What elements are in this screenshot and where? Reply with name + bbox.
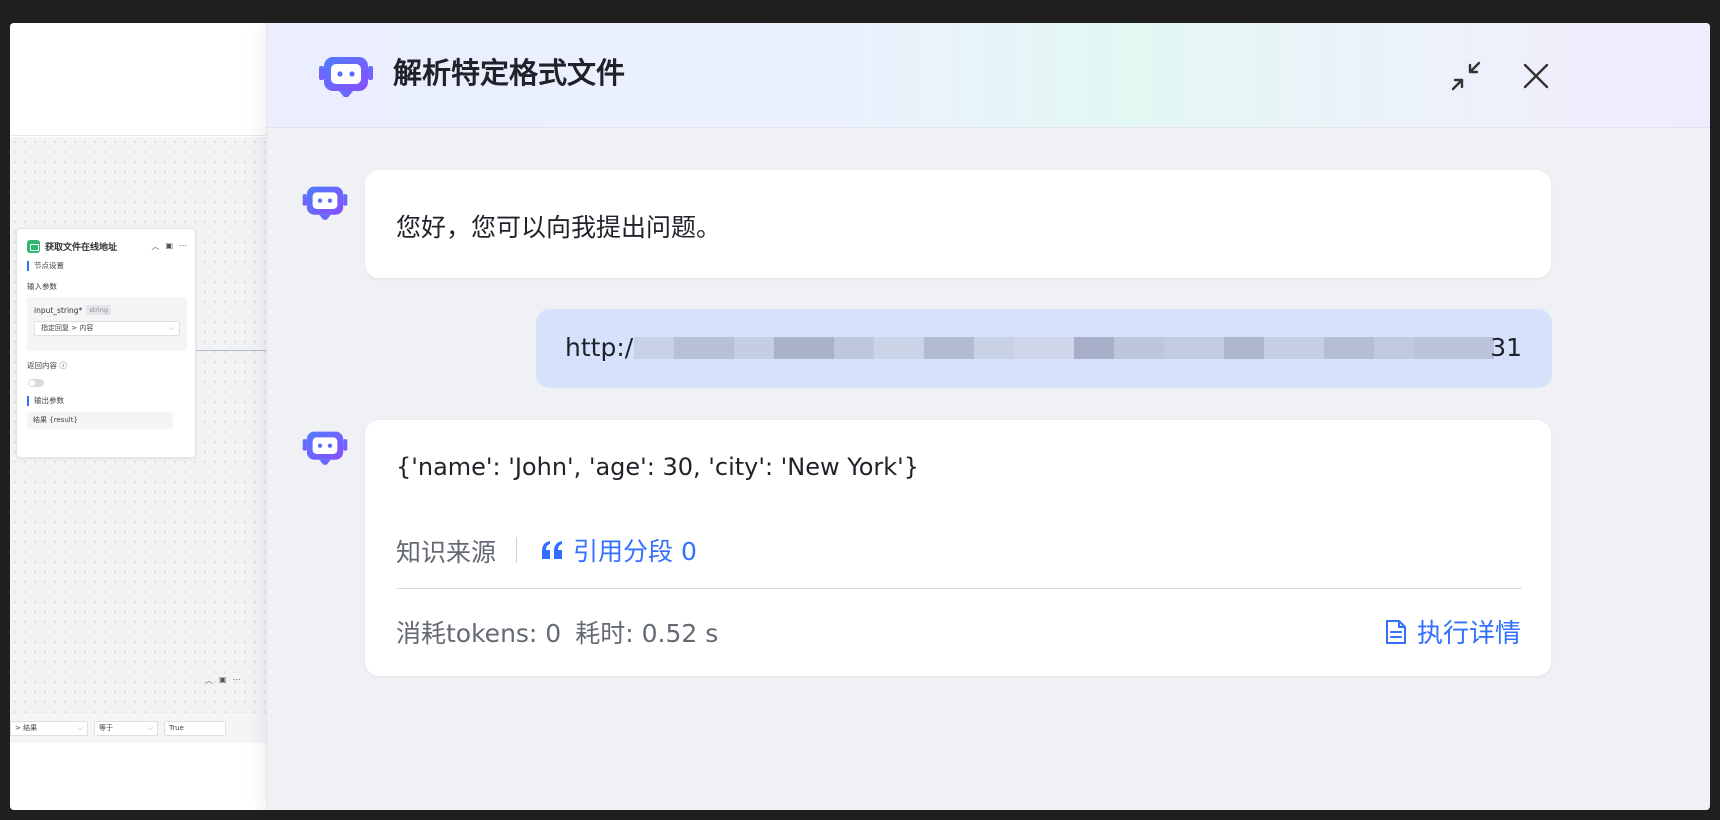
editor-topbar [10, 23, 280, 136]
execution-detail-link[interactable]: 执行详情 [1384, 613, 1521, 650]
condition-node-tools: ︿ ▣ ⋯ [205, 675, 241, 686]
knowledge-source-label: 知识来源 [396, 538, 497, 567]
condition-field-value: > 结果 [15, 724, 38, 732]
node-header: 获取文件在线地址 ︿ ▣ ⋯ [27, 239, 187, 253]
more-icon[interactable]: ⋯ [233, 675, 241, 686]
condition-operator-value: 等于 [99, 724, 113, 732]
drawer-header: 解析特定格式文件 [267, 23, 1710, 128]
tokens-stat: 消耗tokens: 0 [396, 619, 562, 648]
node-title: 获取文件在线地址 [45, 242, 118, 253]
bot-avatar-icon [302, 186, 348, 220]
section-node-settings: 节点设置 [27, 261, 64, 271]
condition-row: > 结果 ⌵ 等于 ⌵ True [10, 713, 280, 743]
close-icon [1523, 63, 1549, 89]
redacted-url-blur [634, 337, 1494, 359]
param-box: input_string* string 指定回复 > 内容 ⌵ [27, 297, 187, 351]
section-output-params: 输出参数 [27, 396, 64, 406]
citation-label: 引用分段 0 [573, 537, 697, 566]
param-type-badge: string [86, 305, 111, 315]
more-icon[interactable]: ⋯ [179, 241, 187, 252]
return-content-label: 返回内容 ⓘ [27, 361, 67, 370]
condition-value-input[interactable]: True [164, 721, 226, 736]
chevron-down-icon: ⌵ [77, 724, 83, 732]
chat-drawer: 解析特定格式文件 您好，您可以向我提出问题。 http:/ 31 {'name'… [266, 23, 1710, 810]
screen: 获取文件在线地址 ︿ ▣ ⋯ 节点设置 输入参数 input_string* s… [10, 23, 1710, 810]
answer-text: {'name': 'John', 'age': 30, 'city': 'New… [396, 453, 920, 481]
condition-field-select[interactable]: > 结果 ⌵ [10, 721, 88, 736]
time-stat: 耗时: 0.52 s [575, 619, 719, 648]
minimize-button[interactable] [1447, 57, 1485, 95]
param-name-row: input_string* string [34, 305, 111, 315]
greeting-text: 您好，您可以向我提出问题。 [396, 213, 722, 242]
param-name: input_string* [34, 305, 83, 315]
execution-detail-label: 执行详情 [1416, 619, 1521, 649]
drawer-title: 解析特定格式文件 [393, 56, 626, 90]
node-copy-icon[interactable]: ▣ [165, 241, 173, 252]
citation-segments-link[interactable]: 引用分段 0 [541, 532, 697, 568]
minimize-icon [1451, 61, 1481, 91]
close-button[interactable] [1517, 57, 1555, 95]
return-content-toggle[interactable] [28, 379, 44, 387]
bot-message-greeting: 您好，您可以向我提出问题。 [365, 170, 1551, 278]
bot-avatar-icon [319, 57, 373, 97]
collapse-icon[interactable]: ︿ [151, 241, 159, 252]
user-message: http:/ 31 [536, 309, 1552, 388]
answer-divider [396, 588, 1522, 589]
condition-operator-select[interactable]: 等于 ⌵ [94, 721, 158, 736]
quote-icon [542, 541, 562, 559]
workflow-node-get-file-url[interactable]: 获取文件在线地址 ︿ ▣ ⋯ 节点设置 输入参数 input_string* s… [16, 228, 196, 458]
param-source-select[interactable]: 指定回复 > 内容 ⌵ [34, 321, 180, 336]
output-param-field: 结果 {result} [27, 412, 173, 429]
input-params-label: 输入参数 [27, 282, 57, 291]
chevron-down-icon: ⌵ [147, 724, 153, 732]
node-copy-icon[interactable]: ▣ [219, 675, 227, 686]
bot-message-answer: {'name': 'John', 'age': 30, 'city': 'New… [365, 420, 1551, 676]
condition-value: True [169, 724, 184, 732]
collapse-icon[interactable]: ︿ [205, 675, 213, 686]
user-url-suffix: 31 [1490, 333, 1522, 362]
node-type-icon [27, 239, 40, 253]
execution-stats: 消耗tokens: 0 耗时: 0.52 s [396, 614, 718, 650]
user-url-prefix: http:/ [565, 333, 634, 362]
node-tools: ︿ ▣ ⋯ [151, 241, 187, 252]
param-select-value: 指定回复 > 内容 [41, 324, 94, 332]
workflow-editor: 获取文件在线地址 ︿ ▣ ⋯ 节点设置 输入参数 input_string* s… [10, 23, 280, 810]
chevron-down-icon: ⌵ [168, 324, 174, 332]
source-divider [516, 537, 517, 563]
bot-avatar-icon [302, 431, 348, 465]
document-icon [1385, 619, 1406, 644]
